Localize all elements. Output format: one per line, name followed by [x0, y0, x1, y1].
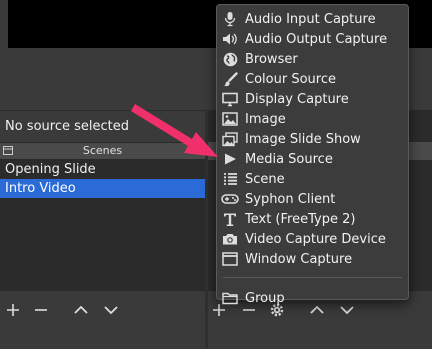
scenes-dock-header: Scenes: [0, 142, 205, 160]
menu-item-window-capture[interactable]: Window Capture: [217, 249, 408, 269]
scenes-list: Opening Slide Intro Video: [0, 160, 205, 290]
chevron-up-icon: [74, 305, 88, 314]
menu-item-image-slide-show[interactable]: Image Slide Show: [217, 129, 408, 149]
list-icon: [221, 170, 239, 188]
menu-item-label: Display Capture: [245, 91, 349, 107]
scene-item-label: Intro Video: [5, 181, 76, 196]
menu-item-syphon-client[interactable]: Syphon Client: [217, 189, 408, 209]
source-status-bar: No source selected: [0, 110, 205, 142]
menu-item-label: Audio Output Capture: [245, 31, 388, 47]
scenes-header-title: Scenes: [82, 144, 123, 157]
paintbrush-icon: [221, 70, 239, 88]
camera-icon: [221, 230, 239, 248]
menu-item-text-freetype-2[interactable]: Text (FreeType 2): [217, 209, 408, 229]
menu-item-label: Image: [245, 111, 286, 127]
plus-icon: [7, 304, 19, 316]
menu-item-browser[interactable]: Browser: [217, 49, 408, 69]
menu-item-label: Audio Input Capture: [245, 11, 376, 27]
menu-item-video-capture-device[interactable]: Video Capture Device: [217, 229, 408, 249]
menu-separator: [223, 277, 402, 278]
menu-item-scene[interactable]: Scene: [217, 169, 408, 189]
menu-item-label: Text (FreeType 2): [245, 211, 356, 227]
minus-icon: [35, 309, 47, 311]
add-scene-button[interactable]: [2, 299, 24, 321]
menu-item-audio-output-capture[interactable]: Audio Output Capture: [217, 29, 408, 49]
scene-item-opening-slide[interactable]: Opening Slide: [0, 160, 205, 179]
menu-item-label: Window Capture: [245, 251, 353, 267]
move-scene-down-button[interactable]: [100, 299, 122, 321]
image-icon: [221, 110, 239, 128]
text-icon: [221, 210, 239, 228]
globe-icon: [221, 50, 239, 68]
menu-item-label: Colour Source: [245, 71, 336, 87]
menu-item-label: Syphon Client: [245, 191, 336, 207]
menu-item-image[interactable]: Image: [217, 109, 408, 129]
menu-item-label: Image Slide Show: [245, 131, 361, 147]
add-source-menu: Audio Input Capture Audio Output Capture…: [216, 4, 409, 306]
folder-icon: [221, 289, 239, 307]
menu-item-label: Scene: [245, 171, 285, 187]
no-source-selected-label: No source selected: [5, 119, 129, 134]
dock-float-icon[interactable]: [3, 146, 13, 155]
monitor-icon: [221, 90, 239, 108]
play-icon: [221, 150, 239, 168]
menu-item-group[interactable]: Group: [217, 288, 408, 308]
scenes-toolbar: [0, 290, 205, 349]
gamepad-icon: [221, 190, 239, 208]
menu-item-label: Browser: [245, 51, 298, 67]
slideshow-icon: [221, 130, 239, 148]
chevron-down-icon: [104, 306, 118, 315]
menu-item-audio-input-capture[interactable]: Audio Input Capture: [217, 9, 408, 29]
menu-item-label: Media Source: [245, 151, 333, 167]
remove-scene-button[interactable]: [30, 299, 52, 321]
menu-item-media-source[interactable]: Media Source: [217, 149, 408, 169]
window-icon: [221, 250, 239, 268]
menu-item-display-capture[interactable]: Display Capture: [217, 89, 408, 109]
speaker-icon: [221, 30, 239, 48]
move-scene-up-button[interactable]: [70, 299, 92, 321]
microphone-icon: [221, 10, 239, 28]
scene-item-label: Opening Slide: [5, 162, 96, 177]
menu-item-label: Group: [245, 290, 285, 306]
menu-item-label: Video Capture Device: [245, 231, 386, 247]
menu-item-colour-source[interactable]: Colour Source: [217, 69, 408, 89]
scene-item-intro-video[interactable]: Intro Video: [0, 179, 205, 198]
